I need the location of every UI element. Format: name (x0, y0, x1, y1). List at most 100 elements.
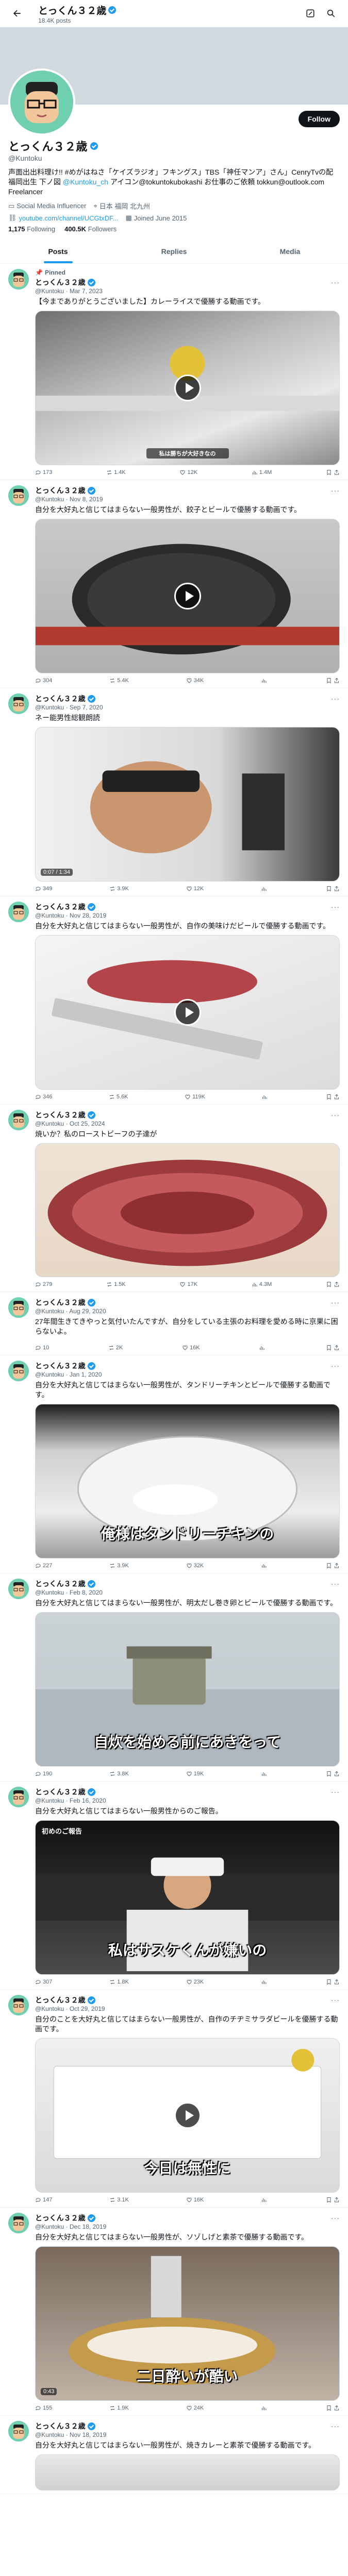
more-options-icon[interactable]: ··· (331, 1580, 340, 1588)
tweet-date[interactable]: Nov 18, 2019 (70, 2431, 106, 2438)
tweet-handle[interactable]: @Kuntoku (35, 287, 64, 295)
reply-button[interactable]: 227 (35, 1563, 52, 1569)
tweet-avatar[interactable] (8, 693, 29, 714)
tweet-avatar[interactable] (8, 1361, 29, 1381)
tweet-media[interactable] (35, 2454, 340, 2490)
like-button[interactable]: 24K (186, 2405, 204, 2411)
tweet[interactable]: とっくん３２歳 ··· @Kuntoku · Feb 16, 2020 自分を大好丸と… (0, 1782, 348, 1990)
tab-replies[interactable]: Replies (116, 239, 232, 263)
repost-button[interactable]: 3.9K (109, 886, 129, 892)
tweet-handle[interactable]: @Kuntoku (35, 1589, 64, 1596)
reply-button[interactable]: 10 (35, 1345, 49, 1351)
profile-url[interactable]: ⛓ youtube.com/channel/UCGtxDF... (8, 214, 118, 222)
bookmark-button[interactable] (326, 677, 340, 684)
like-button[interactable]: 16K (182, 1345, 200, 1351)
views-button[interactable] (261, 2197, 269, 2203)
tweet-author-name[interactable]: とっくん３２歳 (35, 1110, 86, 1120)
bookmark-button[interactable] (326, 886, 340, 892)
views-button[interactable] (261, 1771, 269, 1777)
play-icon[interactable] (174, 2102, 201, 2129)
more-options-icon[interactable]: ··· (331, 1298, 340, 1307)
tweet-media[interactable]: 俺様はタンドリーチキンの (35, 1404, 340, 1558)
tweet[interactable]: とっくん３２歳 ··· @Kuntoku · Jan 1, 2020 自分を大好丸と信… (0, 1355, 348, 1573)
tweet[interactable]: とっくん３２歳 ··· @Kuntoku · Oct 25, 2024 焼いか？私のロ… (0, 1105, 348, 1292)
tweet-handle[interactable]: @Kuntoku (35, 1120, 64, 1127)
bookmark-button[interactable] (326, 2197, 340, 2203)
more-options-icon[interactable]: ··· (331, 486, 340, 495)
tweet-date[interactable]: Jan 1, 2020 (70, 1371, 102, 1378)
tweet[interactable]: とっくん３２歳 ··· @Kuntoku · Sep 7, 2020 ネー能男性総観朗… (0, 688, 348, 896)
tweet[interactable]: とっくん３２歳 ··· @Kuntoku · Dec 18, 2019 自分を大好丸と… (0, 2208, 348, 2416)
like-button[interactable]: 119K (185, 1094, 205, 1100)
tweet-media[interactable]: 私は勝ちが大好きなの (35, 311, 340, 465)
more-options-icon[interactable]: ··· (331, 694, 340, 703)
tweet-avatar[interactable] (8, 269, 29, 290)
tweet-date[interactable]: Aug 29, 2020 (69, 1308, 106, 1315)
reply-button[interactable]: 190 (35, 1771, 52, 1777)
bookmark-button[interactable] (326, 469, 340, 476)
more-options-icon[interactable]: ··· (331, 1996, 340, 2004)
tweet-handle[interactable]: @Kuntoku (35, 912, 64, 919)
back-arrow-icon[interactable] (8, 5, 26, 22)
tweet-media[interactable]: 自炊を始める前にあきをって (35, 1612, 340, 1767)
like-button[interactable]: 19K (186, 1771, 204, 1777)
like-button[interactable]: 32K (186, 1563, 204, 1569)
more-options-icon[interactable]: ··· (331, 1362, 340, 1370)
tweet-author-name[interactable]: とっくん３２歳 (35, 1361, 86, 1371)
tweet-author-name[interactable]: とっくん３２歳 (35, 277, 86, 287)
follow-button[interactable]: Follow (298, 111, 340, 127)
repost-button[interactable]: 3.1K (109, 2197, 129, 2203)
tweet-author-name[interactable]: とっくん３２歳 (35, 2213, 86, 2223)
like-button[interactable]: 34K (186, 677, 204, 684)
reply-button[interactable]: 304 (35, 677, 52, 684)
tweet-media[interactable]: 0:07 / 1:34 (35, 727, 340, 882)
tweet[interactable]: とっくん３２歳 ··· @Kuntoku · Nov 18, 2019 自分を大好丸と… (0, 2416, 348, 2494)
repost-button[interactable]: 3.8K (109, 1771, 129, 1777)
more-options-icon[interactable]: ··· (331, 1111, 340, 1119)
tweet-media[interactable] (35, 519, 340, 673)
tweet-author-name[interactable]: とっくん３２歳 (35, 693, 86, 704)
repost-button[interactable]: 5.4K (109, 677, 129, 684)
tweet[interactable]: とっくん３２歳 ··· @Kuntoku · Aug 29, 2020 27年間生きて… (0, 1292, 348, 1355)
tweet-author-name[interactable]: とっくん３２歳 (35, 1297, 86, 1308)
tweet-handle[interactable]: @Kuntoku (35, 1797, 64, 1804)
more-options-icon[interactable]: ··· (331, 903, 340, 911)
tweet-handle[interactable]: @Kuntoku (35, 1371, 64, 1378)
tweet-avatar[interactable] (8, 2421, 29, 2442)
bookmark-button[interactable] (326, 1979, 340, 1985)
followers-count[interactable]: 400.5K Followers (64, 225, 117, 233)
tweet[interactable]: とっくん３２歳 ··· @Kuntoku · Feb 8, 2020 自分を大好丸と信… (0, 1573, 348, 1782)
tweet-avatar[interactable] (8, 1787, 29, 1807)
tweet-handle[interactable]: @Kuntoku (35, 1308, 64, 1315)
repost-button[interactable]: 2K (108, 1345, 123, 1351)
like-button[interactable]: 17K (179, 1281, 197, 1287)
more-options-icon[interactable]: ··· (331, 278, 340, 286)
views-button[interactable] (261, 677, 269, 684)
repost-button[interactable]: 1.4K (106, 469, 126, 476)
reply-button[interactable]: 349 (35, 886, 52, 892)
tweet-date[interactable]: Mar 7, 2023 (70, 287, 103, 295)
tweet-date[interactable]: Nov 8, 2019 (70, 496, 103, 503)
bookmark-button[interactable] (326, 2405, 340, 2411)
repost-button[interactable]: 1.9K (109, 2405, 129, 2411)
reply-button[interactable]: 307 (35, 1979, 52, 1985)
profile-avatar[interactable] (8, 69, 75, 135)
tweet-avatar[interactable] (8, 1297, 29, 1318)
views-button[interactable] (261, 1094, 269, 1100)
tweet-avatar[interactable] (8, 1110, 29, 1130)
views-button[interactable] (261, 886, 269, 892)
like-button[interactable]: 12K (186, 886, 204, 892)
tweet-date[interactable]: Nov 28, 2019 (70, 912, 106, 919)
views-button[interactable] (259, 1345, 267, 1351)
tweet[interactable]: とっくん３２歳 ··· @Kuntoku · Nov 28, 2019 自分を大好丸と… (0, 896, 348, 1105)
tab-media[interactable]: Media (232, 239, 348, 263)
tweet-avatar[interactable] (8, 485, 29, 506)
views-button[interactable]: 1.4M (252, 469, 272, 476)
tweet-media[interactable]: 初めのご報告 私はサスケくんが嫌いの (35, 1820, 340, 1975)
bookmark-button[interactable] (326, 1345, 340, 1351)
tweet-handle[interactable]: @Kuntoku (35, 2223, 64, 2230)
reply-button[interactable]: 346 (35, 1094, 52, 1100)
reply-button[interactable]: 279 (35, 1281, 52, 1287)
like-button[interactable]: 23K (186, 1979, 204, 1985)
tweet-media[interactable] (35, 1143, 340, 1277)
